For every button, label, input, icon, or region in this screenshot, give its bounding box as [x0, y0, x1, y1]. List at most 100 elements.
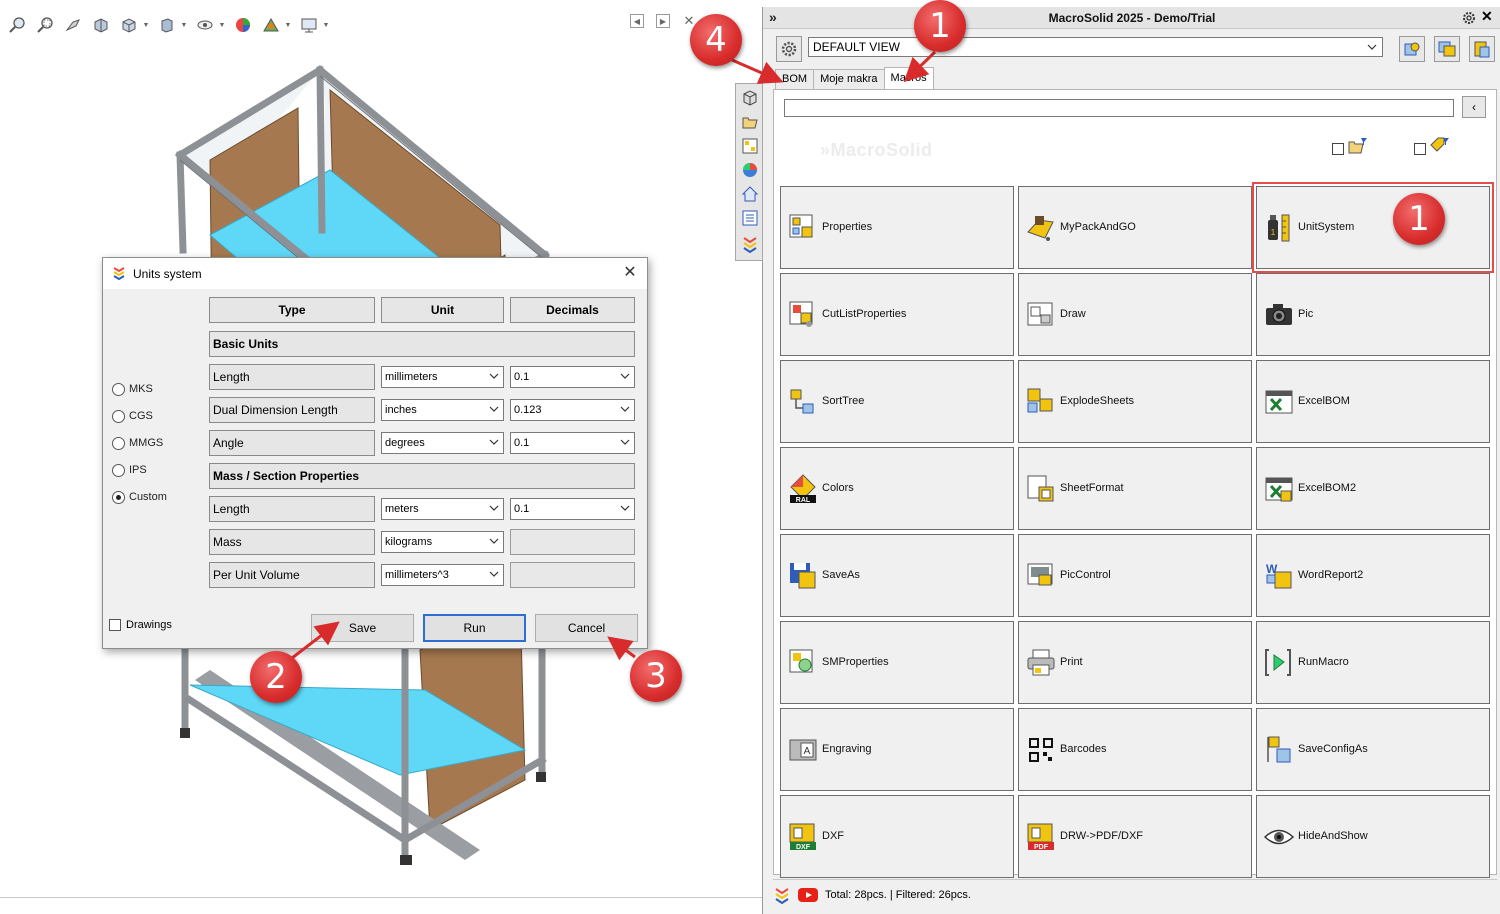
- radio-button[interactable]: [112, 409, 125, 423]
- home-icon[interactable]: [740, 184, 760, 204]
- folder-icon[interactable]: [740, 112, 760, 132]
- chevron-down-icon[interactable]: ▼: [284, 14, 292, 36]
- edit-appearance-icon[interactable]: [232, 14, 254, 36]
- youtube-icon[interactable]: [797, 887, 819, 903]
- maximize-view-icon[interactable]: ▶: [656, 14, 670, 28]
- column-header-unit[interactable]: Unit: [381, 297, 504, 323]
- refresh-view-button[interactable]: [1399, 36, 1425, 62]
- mass-length-decimals-select[interactable]: 0.1: [510, 498, 635, 520]
- side-toolbar: [735, 83, 763, 261]
- macro-tile-mypackandgo[interactable]: MyPackAndGO: [1018, 186, 1252, 269]
- list-icon[interactable]: [740, 208, 760, 228]
- chevron-down-icon[interactable]: ▼: [180, 14, 188, 36]
- view-settings-icon[interactable]: [298, 14, 320, 36]
- macro-tile-dxf[interactable]: DXF DXF: [780, 795, 1014, 878]
- radio-button[interactable]: [112, 463, 125, 477]
- hide-show-items-icon[interactable]: [194, 14, 216, 36]
- radio-button[interactable]: [112, 382, 125, 396]
- macro-tile-drw-pdf-dxf[interactable]: PDF DRW->PDF/DXF: [1018, 795, 1252, 878]
- previous-view-icon[interactable]: [62, 14, 84, 36]
- macro-tile-piccontrol[interactable]: PicControl: [1018, 534, 1252, 617]
- volume-unit-select[interactable]: millimeters^3: [381, 564, 504, 586]
- chevron-down-icon[interactable]: ▼: [142, 14, 150, 36]
- cancel-button[interactable]: Cancel: [535, 614, 638, 642]
- tab-bom[interactable]: BOM: [775, 69, 815, 89]
- chevron-down-icon[interactable]: ▼: [322, 14, 330, 36]
- macro-tile-properties[interactable]: Properties: [780, 186, 1014, 269]
- macro-tile-saveconfigas[interactable]: SaveConfigAs: [1256, 708, 1490, 791]
- filter-folder-checkbox[interactable]: [1332, 143, 1344, 155]
- macro-tile-draw[interactable]: Draw: [1018, 273, 1252, 356]
- copy-view-button[interactable]: [1434, 36, 1460, 62]
- radio-custom[interactable]: Custom: [112, 489, 167, 505]
- appearance-icon[interactable]: [740, 160, 760, 180]
- filter-tag-checkbox[interactable]: [1414, 143, 1426, 155]
- zoom-to-area-icon[interactable]: [34, 14, 56, 36]
- macro-tile-smproperties[interactable]: SMProperties: [780, 621, 1014, 704]
- view-select[interactable]: DEFAULT VIEW: [808, 37, 1383, 57]
- dialog-titlebar[interactable]: Units system ✕: [103, 258, 647, 289]
- radio-mmgs[interactable]: MMGS: [112, 435, 163, 451]
- restore-view-icon[interactable]: ◀: [630, 14, 644, 28]
- macro-tile-hideandshow[interactable]: HideAndShow: [1256, 795, 1490, 878]
- macro-tile-saveas[interactable]: SaveAs: [780, 534, 1014, 617]
- search-input[interactable]: [784, 99, 1454, 117]
- mass-unit-select[interactable]: kilograms: [381, 531, 504, 553]
- length-unit-select[interactable]: millimeters: [381, 366, 504, 388]
- macrosolid-logo-icon[interactable]: [773, 886, 791, 904]
- macro-tile-print[interactable]: Print: [1018, 621, 1252, 704]
- apply-scene-icon[interactable]: [260, 14, 282, 36]
- macrosolid-panel: » MacroSolid 2025 - Demo/Trial ✕ DEFAULT…: [735, 7, 1500, 914]
- row-label-angle: Angle: [209, 430, 375, 456]
- drawings-checkbox[interactable]: [109, 619, 121, 631]
- angle-decimals-select[interactable]: 0.1: [510, 432, 635, 454]
- close-icon[interactable]: ✕: [621, 264, 639, 282]
- radio-button[interactable]: [112, 490, 125, 504]
- tab-moje-makra[interactable]: Moje makra: [813, 69, 885, 89]
- macro-tile-colors[interactable]: RAL Colors: [780, 447, 1014, 530]
- length-decimals-select[interactable]: 0.1: [510, 366, 635, 388]
- settings-button[interactable]: [776, 36, 802, 62]
- radio-button[interactable]: [112, 436, 125, 450]
- macro-tile-excelbom[interactable]: ExcelBOM: [1256, 360, 1490, 443]
- save-button[interactable]: Save: [311, 614, 414, 642]
- view-orientation-icon[interactable]: [118, 14, 140, 36]
- section-view-icon[interactable]: [90, 14, 112, 36]
- zoom-to-fit-icon[interactable]: [6, 14, 28, 36]
- macro-tile-engraving[interactable]: A Engraving: [780, 708, 1014, 791]
- mass-length-unit-select[interactable]: meters: [381, 498, 504, 520]
- part-icon[interactable]: [740, 88, 760, 108]
- display-style-icon[interactable]: [156, 14, 178, 36]
- paste-view-button[interactable]: [1469, 36, 1495, 62]
- macro-tile-explodesheets[interactable]: ExplodeSheets: [1018, 360, 1252, 443]
- properties-icon[interactable]: [740, 136, 760, 156]
- column-header-type[interactable]: Type: [209, 297, 375, 323]
- dual-length-decimals-select[interactable]: 0.123: [510, 399, 635, 421]
- column-header-decimals[interactable]: Decimals: [510, 297, 635, 323]
- close-icon[interactable]: ✕: [1481, 8, 1493, 25]
- radio-ips[interactable]: IPS: [112, 462, 147, 478]
- macrosolid-logo-icon[interactable]: [740, 234, 760, 254]
- svg-text:PDF: PDF: [1034, 844, 1049, 851]
- macro-tile-cutlistproperties[interactable]: CutListProperties: [780, 273, 1014, 356]
- chevron-down-icon[interactable]: ▼: [218, 14, 226, 36]
- search-back-button[interactable]: ‹: [1462, 96, 1486, 118]
- macro-tile-sheetformat[interactable]: SheetFormat: [1018, 447, 1252, 530]
- macro-tile-sorttree[interactable]: SortTree: [780, 360, 1014, 443]
- radio-cgs[interactable]: CGS: [112, 408, 153, 424]
- tab-macros[interactable]: Macros: [883, 67, 934, 89]
- angle-unit-select[interactable]: degrees: [381, 432, 504, 454]
- macro-tile-wordreport2[interactable]: W WordReport2: [1256, 534, 1490, 617]
- panel-titlebar[interactable]: » MacroSolid 2025 - Demo/Trial ✕: [763, 7, 1500, 29]
- drawings-checkbox-row[interactable]: Drawings: [109, 619, 172, 631]
- radio-label: MMGS: [129, 437, 164, 449]
- macro-tile-runmacro[interactable]: RunMacro: [1256, 621, 1490, 704]
- radio-mks[interactable]: MKS: [112, 381, 153, 397]
- dual-length-unit-select[interactable]: inches: [381, 399, 504, 421]
- macro-tile-pic[interactable]: Pic: [1256, 273, 1490, 356]
- gear-icon[interactable]: [1461, 10, 1477, 26]
- macro-tile-unitsystem[interactable]: 1 UnitSystem: [1252, 182, 1494, 273]
- macro-tile-excelbom2[interactable]: ExcelBOM2: [1256, 447, 1490, 530]
- macro-tile-barcodes[interactable]: Barcodes: [1018, 708, 1252, 791]
- run-button[interactable]: Run: [423, 614, 526, 642]
